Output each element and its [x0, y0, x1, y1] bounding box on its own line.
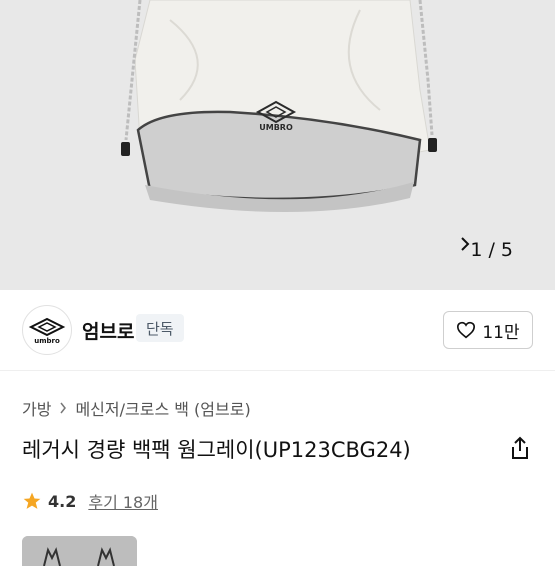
umbro-logo-icon: umbro [28, 317, 66, 345]
like-button[interactable]: 11만 [443, 311, 533, 349]
counter-current: 1 [470, 239, 483, 261]
reviews-link[interactable]: 후기 18개 [88, 489, 158, 513]
rating-row: 4.2 후기 18개 [22, 489, 158, 513]
heart-outline-icon [457, 321, 476, 339]
product-title: 레거시 경량 백팩 웜그레이(UP123CBG24) [22, 438, 411, 462]
exclusive-badge: 단독 [136, 314, 184, 342]
bag-logo-text: UMBRO [259, 123, 293, 132]
section-divider [0, 370, 555, 371]
chevron-right-icon [59, 399, 67, 418]
like-count: 11만 [482, 322, 520, 343]
product-image-gallery[interactable]: UMBRO 1 / 5 [0, 0, 555, 290]
star-icon [23, 492, 41, 509]
breadcrumb-item-category[interactable]: 가방 [22, 396, 51, 420]
image-counter[interactable]: 1 / 5 [460, 236, 535, 264]
thumbnail-image [22, 536, 137, 566]
counter-total: 5 [500, 239, 513, 261]
breadcrumb-item-subcategory[interactable]: 메신저/크로스 백 (엄브로) [75, 396, 250, 420]
counter-separator: / [488, 239, 495, 261]
brand-logo[interactable]: umbro [22, 305, 72, 355]
related-product-thumbnail[interactable] [22, 536, 137, 566]
brand-name[interactable]: 엄브로 [82, 317, 134, 344]
breadcrumb: 가방 메신저/크로스 백 (엄브로) [22, 396, 251, 420]
brand-logo-text: umbro [34, 337, 60, 345]
share-icon[interactable] [509, 436, 533, 462]
rating-score: 4.2 [48, 491, 77, 511]
